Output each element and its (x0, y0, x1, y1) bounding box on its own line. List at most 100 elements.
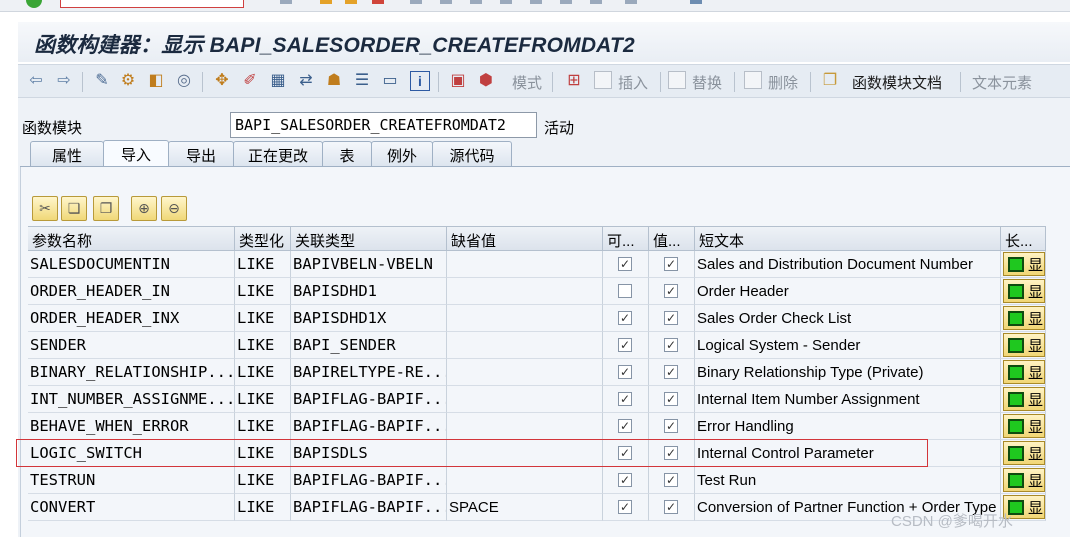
default-value-cell[interactable] (447, 251, 603, 278)
header-typing[interactable]: 类型化 (235, 227, 291, 251)
tab-export[interactable]: 导出 (168, 141, 234, 166)
ref-type-cell[interactable]: BAPISDHD1X (291, 305, 447, 332)
new-session-icon[interactable] (625, 0, 637, 4)
ref-type-cell[interactable]: BAPIFLAG-BAPIF... (291, 413, 447, 440)
table-row[interactable]: ORDER_HEADER_INX LIKE BAPISDHD1X ✓ ✓ Sales Or… (28, 305, 1046, 332)
prev-page-icon[interactable] (530, 0, 542, 4)
pass-value-checkbox[interactable]: ✓ (664, 500, 678, 514)
param-name-cell[interactable]: CONVERT (28, 494, 235, 521)
insert-row-icon[interactable]: ⊕ (131, 196, 157, 221)
help-icon[interactable] (690, 0, 702, 4)
delete-button[interactable]: 删除 (768, 72, 798, 93)
table-row[interactable]: SENDER LIKE BAPI_SENDER ✓ ✓ Logical System - … (28, 332, 1046, 359)
long-text-button[interactable]: 显 (1003, 252, 1045, 276)
table-row[interactable]: BINARY_RELATIONSHIP... LIKE BAPIRELTYPE-RE… (28, 359, 1046, 386)
replace-icon[interactable] (668, 71, 686, 89)
default-value-cell[interactable]: SPACE (447, 494, 603, 521)
param-name-cell[interactable]: TESTRUN (28, 467, 235, 494)
short-text-cell[interactable]: Binary Relationship Type (Private) (695, 359, 1001, 386)
find-next-icon[interactable] (470, 0, 482, 4)
long-text-button[interactable]: 显 (1003, 387, 1045, 411)
typing-cell[interactable]: LIKE (235, 305, 291, 332)
short-text-cell[interactable]: Sales and Distribution Document Number (695, 251, 1001, 278)
activate-icon[interactable]: ✥ (212, 71, 232, 91)
pass-value-checkbox[interactable]: ✓ (664, 338, 678, 352)
tab-exceptions[interactable]: 例外 (371, 141, 433, 166)
text-elements-button[interactable]: 文本元素 (972, 72, 1032, 93)
tab-import[interactable]: 导入 (103, 140, 169, 167)
back-icon[interactable] (320, 0, 332, 4)
function-module-field[interactable]: BAPI_SALESORDER_CREATEFROMDAT2 (230, 112, 537, 138)
long-text-button[interactable]: 显 (1003, 306, 1045, 330)
pass-value-checkbox[interactable]: ✓ (664, 365, 678, 379)
typing-cell[interactable]: LIKE (235, 251, 291, 278)
short-text-cell[interactable]: Test Run (695, 467, 1001, 494)
pass-value-checkbox[interactable]: ✓ (664, 473, 678, 487)
optional-checkbox[interactable] (618, 284, 632, 298)
param-name-cell[interactable]: INT_NUMBER_ASSIGNME... (28, 386, 235, 413)
header-ref-type[interactable]: 关联类型 (291, 227, 447, 251)
forward-arrow-icon[interactable]: ⇨ (54, 71, 74, 91)
optional-checkbox[interactable]: ✓ (618, 419, 632, 433)
ref-type-cell[interactable]: BAPIRELTYPE-RE... (291, 359, 447, 386)
optional-checkbox[interactable]: ✓ (618, 257, 632, 271)
ref-type-cell[interactable]: BAPIFLAG-BAPIF... (291, 494, 447, 521)
long-text-button[interactable]: 显 (1003, 279, 1045, 303)
display-object-list-icon[interactable]: ⇄ (296, 71, 316, 91)
long-text-button[interactable]: 显 (1003, 441, 1045, 465)
typing-cell[interactable]: LIKE (235, 494, 291, 521)
table-row[interactable]: BEHAVE_WHEN_ERROR LIKE BAPIFLAG-BAPIF... ✓ ✓… (28, 413, 1046, 440)
default-value-cell[interactable] (447, 386, 603, 413)
optional-checkbox[interactable]: ✓ (618, 311, 632, 325)
optional-checkbox[interactable]: ✓ (618, 365, 632, 379)
replace-button[interactable]: 替换 (692, 72, 722, 93)
short-text-cell[interactable]: Error Handling (695, 413, 1001, 440)
optional-checkbox[interactable]: ✓ (618, 338, 632, 352)
optional-checkbox[interactable]: ✓ (618, 473, 632, 487)
pass-value-checkbox[interactable]: ✓ (664, 284, 678, 298)
command-field[interactable] (60, 0, 244, 8)
default-value-cell[interactable] (447, 413, 603, 440)
default-value-cell[interactable] (447, 278, 603, 305)
pass-value-checkbox[interactable]: ✓ (664, 311, 678, 325)
breakpoint-icon[interactable]: ▣ (448, 71, 468, 91)
paste-icon[interactable]: ❐ (93, 196, 119, 221)
default-value-cell[interactable] (447, 332, 603, 359)
last-page-icon[interactable] (590, 0, 602, 4)
param-name-cell[interactable]: ORDER_HEADER_IN (28, 278, 235, 305)
pattern-button[interactable]: 模式 (512, 72, 542, 93)
typing-cell[interactable]: LIKE (235, 278, 291, 305)
ref-type-cell[interactable]: BAPIFLAG-BAPIF... (291, 386, 447, 413)
back-arrow-icon[interactable]: ⇦ (26, 71, 46, 91)
active-inactive-icon[interactable]: ⚙ (118, 71, 138, 91)
short-text-cell[interactable]: Logical System - Sender (695, 332, 1001, 359)
delete-icon[interactable] (744, 71, 762, 89)
pass-value-checkbox[interactable]: ✓ (664, 419, 678, 433)
tab-source-code[interactable]: 源代码 (432, 141, 512, 166)
short-text-cell[interactable]: Internal Item Number Assignment (695, 386, 1001, 413)
documentation-icon[interactable]: ❐ (820, 71, 840, 91)
other-object-icon[interactable]: ◧ (146, 71, 166, 91)
table-row[interactable]: TESTRUN LIKE BAPIFLAG-BAPIF... ✓ ✓ Test Run 显 (28, 467, 1046, 494)
header-short-text[interactable]: 短文本 (695, 227, 1001, 251)
header-param-name[interactable]: 参数名称 (28, 227, 235, 251)
header-optional[interactable]: 可... (603, 227, 649, 251)
table-row[interactable]: SALESDOCUMENTIN LIKE BAPIVBELN-VBELN ✓ ✓ Sale… (28, 251, 1046, 278)
optional-checkbox[interactable]: ✓ (618, 392, 632, 406)
find-icon[interactable] (440, 0, 452, 4)
typing-cell[interactable]: LIKE (235, 332, 291, 359)
cut-icon[interactable]: ✂ (32, 196, 58, 221)
param-name-cell[interactable]: SALESDOCUMENTIN (28, 251, 235, 278)
typing-cell[interactable]: LIKE (235, 386, 291, 413)
long-text-button[interactable]: 显 (1003, 360, 1045, 384)
param-name-cell[interactable]: BEHAVE_WHEN_ERROR (28, 413, 235, 440)
header-long-text[interactable]: 长... (1001, 227, 1046, 251)
param-name-cell[interactable]: SENDER (28, 332, 235, 359)
tab-attributes[interactable]: 属性 (30, 141, 104, 166)
default-value-cell[interactable] (447, 359, 603, 386)
next-page-icon[interactable] (560, 0, 572, 4)
navigation-window-icon[interactable]: ☰ (352, 71, 372, 91)
pass-value-checkbox[interactable]: ✓ (664, 392, 678, 406)
pass-value-checkbox[interactable]: ✓ (664, 257, 678, 271)
screen-icon[interactable]: ▭ (380, 71, 400, 91)
